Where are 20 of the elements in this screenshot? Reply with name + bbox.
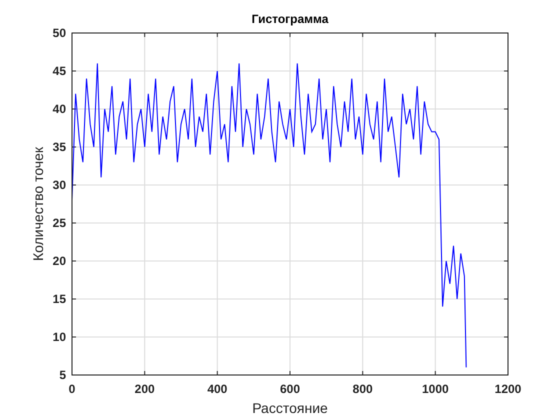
tick-label: 400 xyxy=(207,382,228,396)
chart-title: Гистограмма xyxy=(252,12,328,26)
tick-label: 1200 xyxy=(494,382,522,396)
x-axis-label: Расстояние xyxy=(252,400,328,416)
tick-label: 25 xyxy=(52,216,66,230)
tick-label: 50 xyxy=(52,26,66,40)
tick-label: 1000 xyxy=(422,382,449,396)
tick-label: 800 xyxy=(352,382,373,396)
tick-label: 15 xyxy=(52,292,66,306)
tick-label: 600 xyxy=(280,382,300,396)
y-axis-label: Количество точек xyxy=(30,147,46,261)
tick-label: 5 xyxy=(59,368,66,382)
tick-label: 20 xyxy=(52,254,66,268)
tick-label: 10 xyxy=(52,330,66,344)
tick-label: 0 xyxy=(68,382,76,396)
tick-label: 35 xyxy=(52,140,66,154)
tick-label: 45 xyxy=(52,64,66,78)
tick-label: 200 xyxy=(134,382,155,396)
tick-label: 30 xyxy=(52,178,66,192)
tick-label: 40 xyxy=(52,102,66,116)
